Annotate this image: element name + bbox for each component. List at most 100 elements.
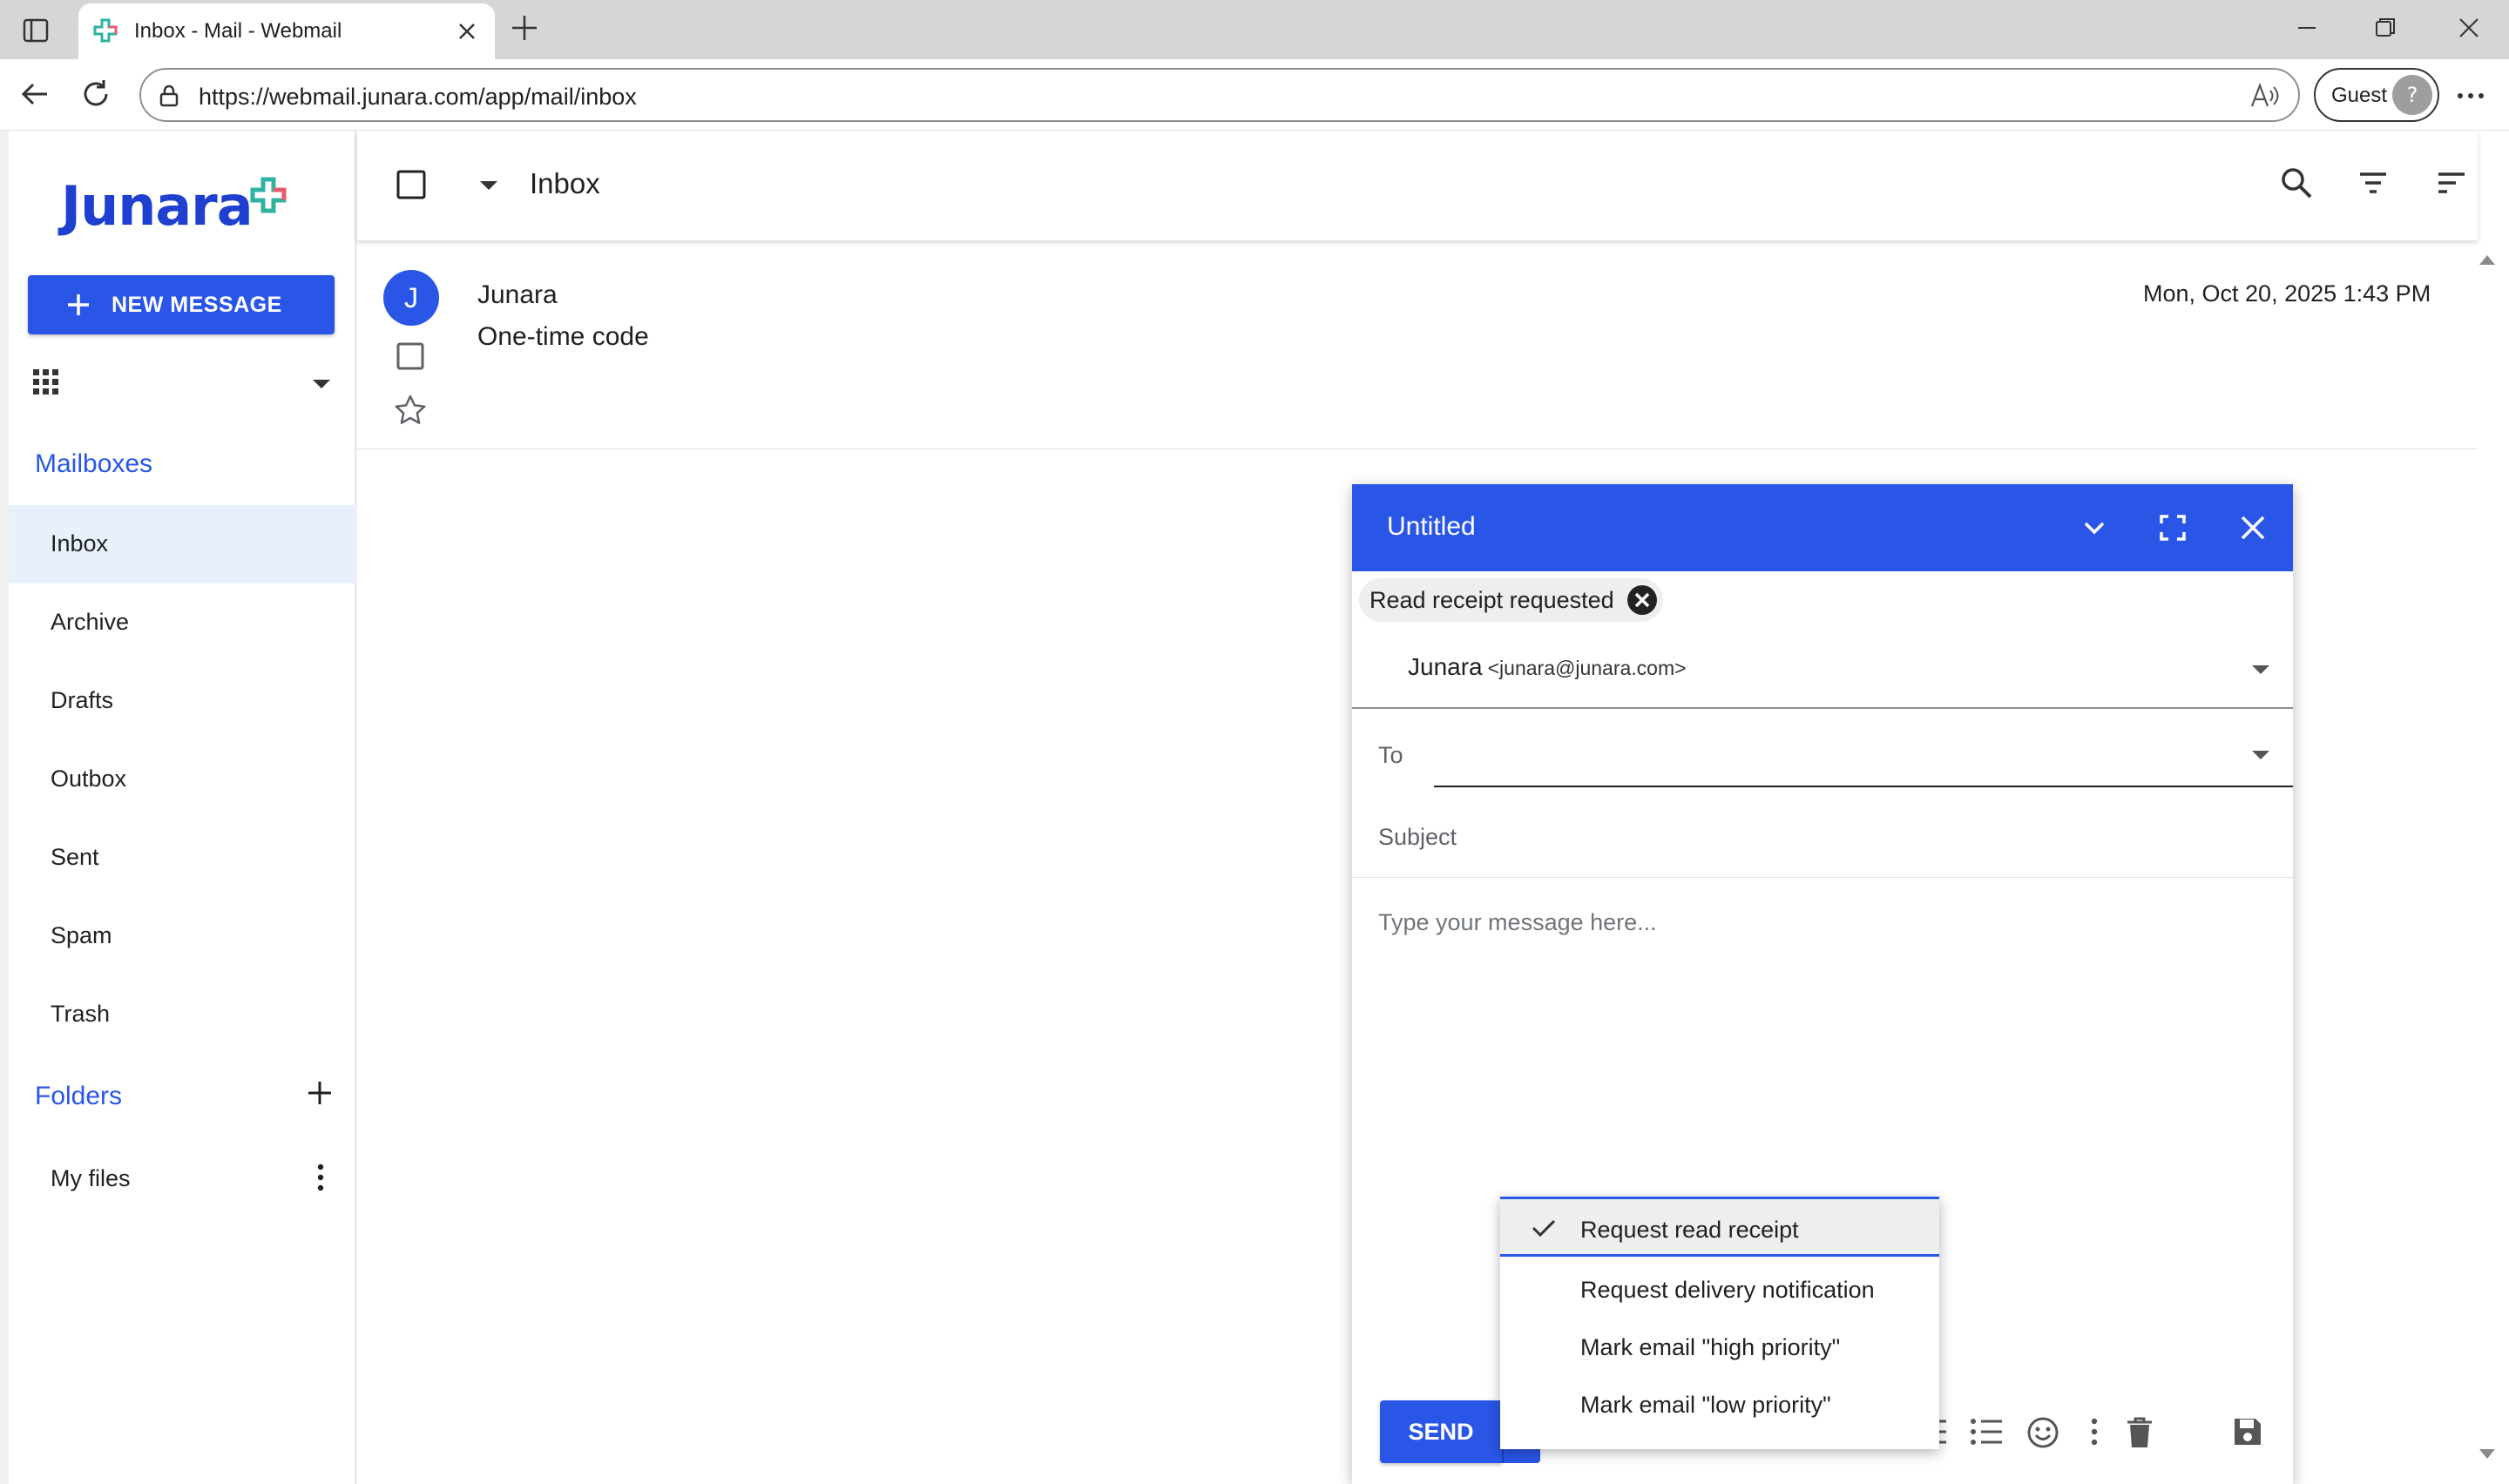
sidebar-item-label: Spam bbox=[51, 922, 112, 948]
from-email: <junara@junara.com> bbox=[1487, 657, 1687, 679]
remove-chip-icon[interactable] bbox=[1626, 584, 1658, 616]
lock-icon[interactable] bbox=[157, 84, 181, 108]
tab-title: Inbox - Mail - Webmail bbox=[134, 19, 342, 43]
read-aloud-icon[interactable] bbox=[2249, 82, 2281, 110]
emoji-icon[interactable] bbox=[2026, 1416, 2059, 1449]
send-button[interactable]: SEND bbox=[1380, 1400, 1502, 1463]
plus-icon bbox=[66, 293, 91, 317]
star-icon[interactable] bbox=[394, 394, 427, 427]
to-row: To bbox=[1352, 709, 2293, 793]
select-all-checkbox-icon[interactable] bbox=[396, 169, 427, 200]
profile-label: Guest bbox=[2331, 84, 2388, 107]
from-field: Junara <junara@junara.com> bbox=[1408, 653, 1687, 681]
sidebar-item-drafts[interactable]: Drafts bbox=[9, 662, 355, 740]
browser-tab[interactable]: Inbox - Mail - Webmail bbox=[78, 3, 495, 59]
sidebar: Junara NEW MESSAGE Mailboxes Inbox Archi… bbox=[9, 131, 355, 1484]
guest-avatar-icon: ? bbox=[2392, 75, 2432, 115]
sidebar-item-outbox[interactable]: Outbox bbox=[9, 740, 355, 819]
logo-text: Junara bbox=[61, 174, 254, 238]
sidebar-item-label: Trash bbox=[51, 1001, 111, 1027]
message-checkbox-icon[interactable] bbox=[396, 341, 425, 371]
from-select[interactable]: Junara <junara@junara.com> bbox=[1352, 632, 2293, 709]
sidebar-item-archive[interactable]: Archive bbox=[9, 583, 355, 662]
sidebar-item-label: Drafts bbox=[51, 687, 114, 713]
browser-more-icon[interactable] bbox=[2453, 78, 2488, 113]
new-tab-icon[interactable] bbox=[509, 12, 540, 44]
sidebar-item-label: Sent bbox=[51, 844, 99, 870]
fullscreen-icon[interactable] bbox=[2159, 514, 2187, 542]
sidebar-item-spam[interactable]: Spam bbox=[9, 897, 355, 975]
read-receipt-chip: Read receipt requested bbox=[1359, 578, 1663, 622]
apps-grid-icon[interactable] bbox=[33, 369, 59, 395]
checkmark-icon bbox=[1532, 1218, 1556, 1238]
list-toolbar: Inbox bbox=[357, 131, 2478, 240]
window-minimize-icon[interactable] bbox=[2291, 12, 2323, 44]
message-subject: One-time code bbox=[477, 322, 649, 351]
menu-item-label: Request read receipt bbox=[1580, 1217, 1799, 1243]
add-folder-icon[interactable] bbox=[307, 1080, 333, 1106]
filter-icon[interactable] bbox=[2357, 167, 2389, 199]
sender-avatar: J bbox=[383, 270, 439, 326]
junara-logo[interactable]: Junara bbox=[61, 174, 287, 238]
message-row[interactable]: J Junara One-time code Mon, Oct 20, 2025… bbox=[357, 240, 2478, 449]
window-restore-icon[interactable] bbox=[2370, 12, 2401, 44]
message-date: Mon, Oct 20, 2025 1:43 PM bbox=[2143, 280, 2431, 307]
apps-dropdown-caret-icon[interactable] bbox=[312, 378, 331, 390]
minimize-chevron-icon[interactable] bbox=[2079, 512, 2110, 543]
menu-item-label: Mark email "high priority" bbox=[1580, 1334, 1841, 1360]
menu-item-mark-high-priority[interactable]: Mark email "high priority" bbox=[1500, 1317, 1939, 1374]
more-options-icon[interactable] bbox=[2089, 1416, 2100, 1447]
from-name: Junara bbox=[1408, 653, 1483, 680]
chip-label: Read receipt requested bbox=[1369, 586, 1614, 613]
sort-icon[interactable] bbox=[2436, 167, 2467, 199]
menu-item-label: Mark email "low priority" bbox=[1580, 1392, 1831, 1418]
scroll-down-arrow-icon[interactable] bbox=[2478, 1447, 2497, 1461]
mailbox-title: Inbox bbox=[530, 167, 600, 199]
close-icon[interactable] bbox=[2237, 512, 2269, 543]
new-message-label: NEW MESSAGE bbox=[112, 292, 282, 317]
window-close-icon[interactable] bbox=[2453, 12, 2485, 44]
menu-item-mark-low-priority[interactable]: Mark email "low priority" bbox=[1500, 1374, 1939, 1432]
sidebar-item-label: My files bbox=[51, 1165, 131, 1191]
from-dropdown-caret-icon[interactable] bbox=[2251, 664, 2270, 676]
tab-close-icon[interactable] bbox=[455, 19, 479, 44]
mailboxes-heading[interactable]: Mailboxes bbox=[35, 449, 152, 479]
url-text: https://webmail.junara.com/app/mail/inbo… bbox=[199, 84, 637, 110]
message-sender: Junara bbox=[477, 280, 558, 309]
sidebar-item-inbox[interactable]: Inbox bbox=[9, 505, 355, 583]
to-label: To bbox=[1378, 742, 1403, 768]
junara-logo-mark-icon bbox=[249, 176, 287, 214]
sidebar-item-label: Archive bbox=[51, 609, 130, 635]
sidebar-item-my-files[interactable]: My files bbox=[9, 1137, 355, 1216]
profile-button[interactable]: Guest ? bbox=[2314, 68, 2439, 122]
to-dropdown-caret-icon[interactable] bbox=[2251, 749, 2270, 761]
sidebar-item-sent[interactable]: Sent bbox=[9, 819, 355, 897]
menu-item-label: Request delivery notification bbox=[1580, 1277, 1875, 1303]
folder-more-icon[interactable] bbox=[315, 1164, 326, 1191]
subject-field[interactable]: Subject bbox=[1352, 793, 2293, 878]
back-arrow-icon[interactable] bbox=[17, 77, 52, 111]
scroll-up-arrow-icon[interactable] bbox=[2478, 253, 2497, 266]
sidebar-item-label: Inbox bbox=[51, 530, 109, 556]
browser-tab-bar: Inbox - Mail - Webmail bbox=[0, 0, 2509, 59]
menu-item-request-delivery-notification[interactable]: Request delivery notification bbox=[1500, 1259, 1939, 1317]
send-options-menu: Request read receipt Request delivery no… bbox=[1500, 1197, 1939, 1449]
compose-header: Untitled bbox=[1352, 484, 2293, 571]
url-input[interactable]: https://webmail.junara.com/app/mail/inbo… bbox=[139, 68, 2300, 122]
compose-title: Untitled bbox=[1387, 512, 1476, 541]
to-input[interactable] bbox=[1434, 719, 2293, 787]
search-icon[interactable] bbox=[2279, 165, 2314, 200]
sidebar-item-trash[interactable]: Trash bbox=[9, 975, 355, 1054]
select-dropdown-caret-icon[interactable] bbox=[479, 179, 498, 192]
folders-heading[interactable]: Folders bbox=[35, 1082, 122, 1111]
junara-favicon-icon bbox=[92, 17, 118, 44]
delete-icon[interactable] bbox=[2124, 1416, 2155, 1449]
bullet-list-icon[interactable] bbox=[1969, 1416, 2004, 1447]
save-draft-icon[interactable] bbox=[2232, 1416, 2263, 1447]
menu-item-request-read-receipt[interactable]: Request read receipt bbox=[1500, 1199, 1939, 1257]
new-message-button[interactable]: NEW MESSAGE bbox=[28, 275, 335, 334]
sidebar-item-label: Outbox bbox=[51, 766, 127, 792]
message-body-input[interactable]: Type your message here... bbox=[1378, 909, 1657, 936]
tab-actions-icon[interactable] bbox=[17, 12, 54, 49]
reload-icon[interactable] bbox=[78, 77, 113, 111]
